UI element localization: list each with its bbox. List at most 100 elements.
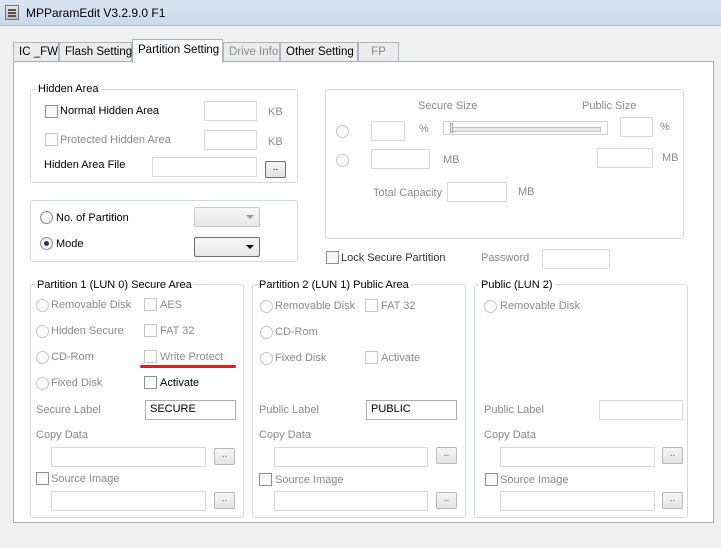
public-mb-unit: MB [662,152,679,164]
p2-activate-checkbox[interactable] [365,351,378,364]
mode-label: Mode [56,238,84,250]
secure-size-label: Secure Size [418,100,478,112]
lun2-removable-disk-label: Removable Disk [500,300,581,312]
password-input[interactable] [542,249,610,269]
password-label: Password [481,252,530,264]
mode-radio[interactable] [40,237,53,250]
public-percent-input[interactable] [620,117,653,137]
window-title: MPParamEdit V3.2.9.0 F1 [26,6,166,20]
p2-fixed-disk-radio[interactable] [260,352,273,365]
secure-percent-unit: % [419,123,429,135]
no-of-partition-label: No. of Partition [56,212,129,224]
p1-fixed-disk-radio[interactable] [36,377,49,390]
no-of-partition-radio[interactable] [40,211,53,224]
protected-hidden-area-size-input[interactable] [204,130,257,150]
app-icon [5,5,19,20]
lun2-source-image-input[interactable] [500,491,655,511]
tab-partition-setting[interactable]: Partition Setting [132,39,223,63]
p2-source-image-label: Source Image [275,474,344,486]
p2-source-image-browse-button[interactable]: .. [436,492,457,509]
partition2-title: Partition 2 (LUN 1) Public Area [257,279,411,291]
lun2-removable-disk-radio[interactable] [484,300,497,313]
p1-source-image-checkbox[interactable] [36,472,49,485]
p1-removable-disk-label: Removable Disk [51,299,132,311]
size-slider[interactable] [443,121,608,135]
p1-fat32-checkbox[interactable] [144,324,157,337]
p2-copy-data-input[interactable] [274,447,428,467]
mode-dropdown[interactable] [194,237,260,257]
p2-removable-disk-label: Removable Disk [275,300,356,312]
p1-activate-label: Activate [160,377,200,389]
normal-hidden-area-checkbox[interactable] [45,105,58,118]
total-capacity-input[interactable] [447,182,507,202]
no-of-partition-dropdown[interactable] [194,207,260,227]
protected-hidden-area-label: Protected Hidden Area [60,134,171,146]
tab-fp[interactable]: FP [358,42,399,62]
p1-aes-checkbox[interactable] [144,298,157,311]
p1-source-image-input[interactable] [51,491,206,511]
p2-source-image-input[interactable] [274,491,428,511]
chevron-down-icon [246,245,254,249]
secure-mb-unit: MB [443,154,460,166]
p1-secure-label-input[interactable]: SECURE [145,400,236,420]
lun2-copy-data-input[interactable] [500,447,655,467]
p2-activate-label: Activate [381,352,421,364]
p2-cd-rom-radio[interactable] [260,326,273,339]
tab-other-setting[interactable]: Other Setting [280,42,358,62]
p1-source-image-browse-button[interactable]: .. [214,492,235,509]
p2-cd-rom-label: CD-Rom [275,326,318,338]
p1-removable-disk-radio[interactable] [36,299,49,312]
lun2-source-image-browse-button[interactable]: .. [662,492,683,509]
p2-copy-data-label: Copy Data [259,429,311,441]
p2-public-label-input[interactable]: PUBLIC [366,400,457,420]
lun2-copy-data-label: Copy Data [484,429,536,441]
lun2-copy-data-browse-button[interactable]: .. [662,447,683,464]
normal-hidden-area-size-input[interactable] [204,101,257,121]
p1-secure-label-caption: Secure Label [36,404,101,416]
protected-hidden-kb-unit: KB [268,136,283,148]
lock-secure-partition-checkbox[interactable] [326,251,339,264]
p2-fixed-disk-label: Fixed Disk [275,352,327,364]
public-mb-input[interactable] [597,148,653,168]
p1-activate-checkbox[interactable] [144,376,157,389]
lun2-source-image-label: Source Image [500,474,569,486]
p1-copy-data-label: Copy Data [36,429,88,441]
normal-hidden-kb-unit: KB [268,106,283,118]
lun2-public-label-caption: Public Label [484,404,544,416]
p1-cd-rom-radio[interactable] [36,351,49,364]
lock-secure-partition-label: Lock Secure Partition [341,252,446,264]
p1-fixed-disk-label: Fixed Disk [51,377,103,389]
public-lun2-title: Public (LUN 2) [479,279,555,291]
secure-mb-input[interactable] [371,149,430,169]
hidden-area-title: Hidden Area [36,83,101,95]
hidden-area-file-browse-button[interactable]: .. [265,161,286,178]
chevron-down-icon [246,215,254,219]
p2-public-label-caption: Public Label [259,404,319,416]
p2-copy-data-browse-button[interactable]: .. [436,447,457,464]
p1-hidden-secure-label: Hidden Secure [51,325,124,337]
p1-copy-data-input[interactable] [51,447,206,467]
tab-ic-fw[interactable]: IC _FW [13,42,59,62]
p1-aes-label: AES [160,299,183,311]
lun2-source-image-checkbox[interactable] [485,473,498,486]
p1-copy-data-browse-button[interactable]: .. [214,448,235,465]
secure-percent-input[interactable] [371,121,405,141]
percentage-radio[interactable] [336,125,349,138]
tab-flash-setting[interactable]: Flash Setting [59,42,132,62]
p2-fat32-checkbox[interactable] [365,299,378,312]
hidden-area-file-input[interactable] [152,157,257,177]
megabyte-radio[interactable] [336,154,349,167]
normal-hidden-area-label: Normal Hidden Area [60,105,160,117]
p1-write-protect-checkbox[interactable] [144,350,157,363]
lun2-public-label-input[interactable] [599,400,683,420]
p2-source-image-checkbox[interactable] [259,473,272,486]
tab-drive-info[interactable]: Drive Info [223,42,280,62]
p1-fat32-label: FAT 32 [160,325,195,337]
size-slider-thumb[interactable] [450,123,453,133]
p1-hidden-secure-radio[interactable] [36,325,49,338]
p2-fat32-label: FAT 32 [381,300,416,312]
total-capacity-label: Total Capacity [373,187,443,199]
p2-removable-disk-radio[interactable] [260,300,273,313]
partition1-title: Partition 1 (LUN 0) Secure Area [35,279,194,291]
protected-hidden-area-checkbox[interactable] [45,133,58,146]
